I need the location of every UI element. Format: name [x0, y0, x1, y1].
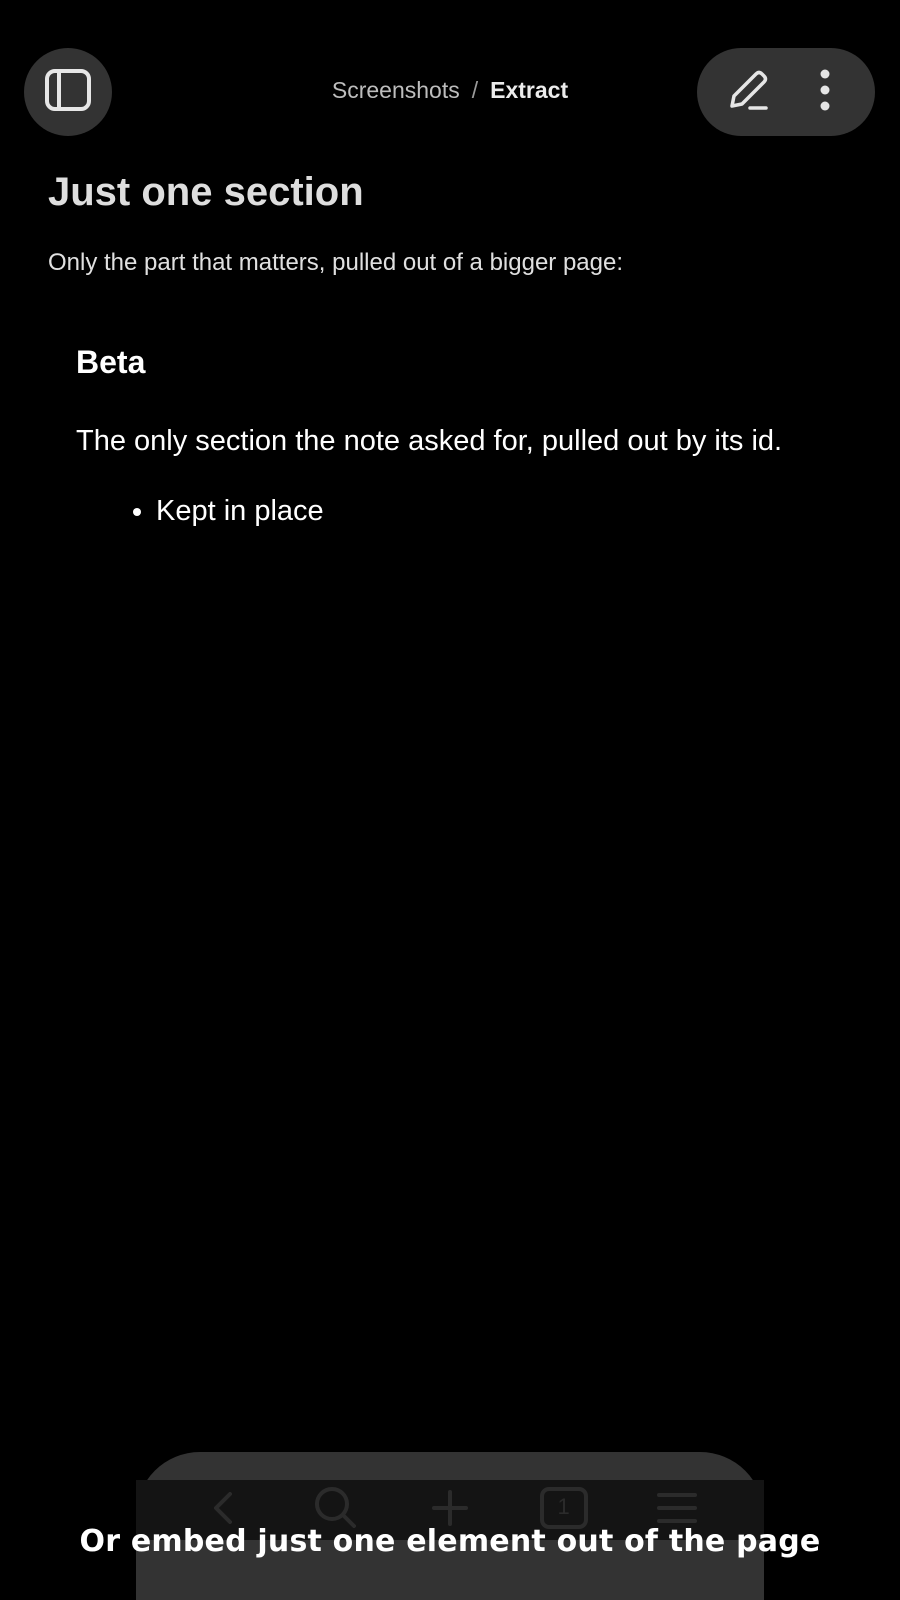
embedded-list: Kept in place [76, 491, 836, 531]
caption: Or embed just one element out of the pag… [79, 1524, 821, 1559]
breadcrumb-current: Extract [490, 77, 569, 103]
more-options-button[interactable] [797, 64, 853, 120]
page: Screenshots / Extract Just one section O… [0, 0, 900, 1600]
list-item: Kept in place [156, 491, 836, 531]
embedded-section: Beta The only section the note asked for… [76, 340, 836, 531]
actions-pill [697, 48, 875, 136]
breadcrumb-separator: / [471, 77, 479, 103]
embedded-heading: Beta [76, 344, 146, 380]
pencil-icon [724, 66, 772, 119]
page-title: Just one section [48, 170, 364, 214]
more-vertical-icon [817, 68, 833, 117]
breadcrumb-parent[interactable]: Screenshots [332, 74, 460, 106]
edit-button[interactable] [720, 64, 776, 120]
tab-count: 1 [557, 1494, 570, 1519]
page-subtitle: Only the part that matters, pulled out o… [48, 249, 624, 276]
embedded-paragraph: The only section the note asked for, pul… [76, 425, 783, 457]
